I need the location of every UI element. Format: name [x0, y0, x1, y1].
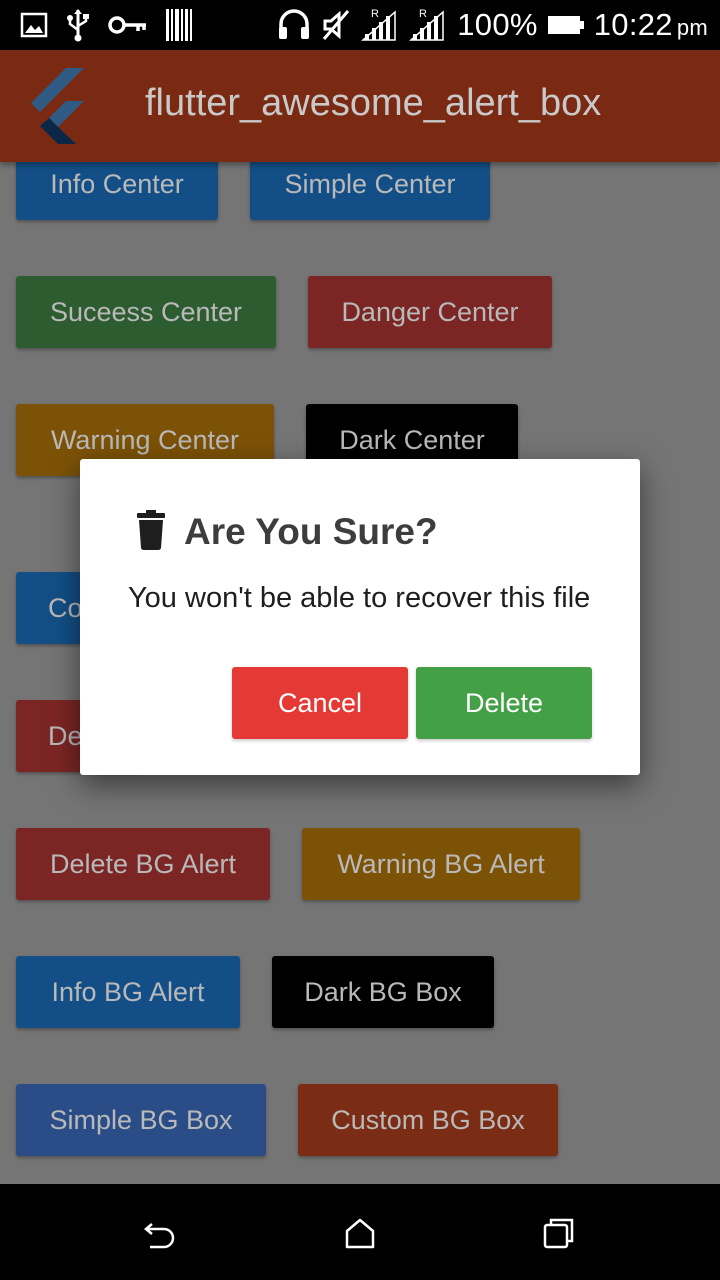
barcode-icon [166, 9, 192, 41]
dialog-message: You won't be able to recover this file [128, 582, 591, 614]
confirm-dialog: Are You Sure? You won't be able to recov… [80, 459, 640, 775]
info-bg-alert-button[interactable]: Info BG Alert [16, 956, 240, 1028]
signal-r-icon: R [409, 8, 444, 41]
gallery-icon [20, 12, 48, 38]
trash-icon [137, 510, 165, 550]
clock-time: 10:22 [593, 7, 673, 42]
cancel-button[interactable]: Cancel [232, 667, 408, 739]
dialog-title: Are You Sure? [184, 511, 438, 552]
headset-icon [279, 9, 310, 39]
status-bar: R R 100% 10:22 pm [0, 0, 720, 50]
danger-center-button[interactable]: Danger Center [308, 276, 552, 348]
back-icon[interactable] [142, 1216, 176, 1250]
battery-icon [547, 16, 584, 34]
custom-bg-box-button[interactable]: Custom BG Box [298, 1084, 558, 1156]
clock-suffix: pm [676, 15, 708, 40]
success-center-button[interactable]: Suceess Center [16, 276, 276, 348]
dark-bg-box-button[interactable]: Dark BG Box [272, 956, 494, 1028]
flutter-logo-icon [31, 68, 84, 144]
simple-bg-box-button[interactable]: Simple BG Box [16, 1084, 266, 1156]
signal-badge: R [371, 8, 379, 20]
recents-icon[interactable] [542, 1216, 576, 1250]
usb-icon [67, 9, 89, 42]
status-notifications [20, 8, 192, 42]
battery-percent: 100% [457, 7, 538, 42]
key-icon [108, 16, 146, 34]
signal-badge: R [419, 8, 427, 20]
info-center-button[interactable]: Info Center [16, 162, 218, 220]
signal-r-icon: R [361, 8, 396, 41]
app-bar: flutter_awesome_alert_box [0, 50, 720, 162]
delete-confirm-button[interactable]: Delete [416, 667, 592, 739]
delete-bg-alert-button[interactable]: Delete BG Alert [16, 828, 270, 900]
warning-bg-alert-button[interactable]: Warning BG Alert [302, 828, 580, 900]
simple-center-button[interactable]: Simple Center [250, 162, 490, 220]
clock: 10:22 pm [594, 7, 708, 43]
nav-bar [0, 1184, 720, 1280]
mute-icon [323, 10, 350, 40]
status-system: R R 100% 10:22 pm [277, 6, 708, 44]
app-title: flutter_awesome_alert_box [145, 82, 602, 124]
home-icon[interactable] [343, 1216, 377, 1250]
